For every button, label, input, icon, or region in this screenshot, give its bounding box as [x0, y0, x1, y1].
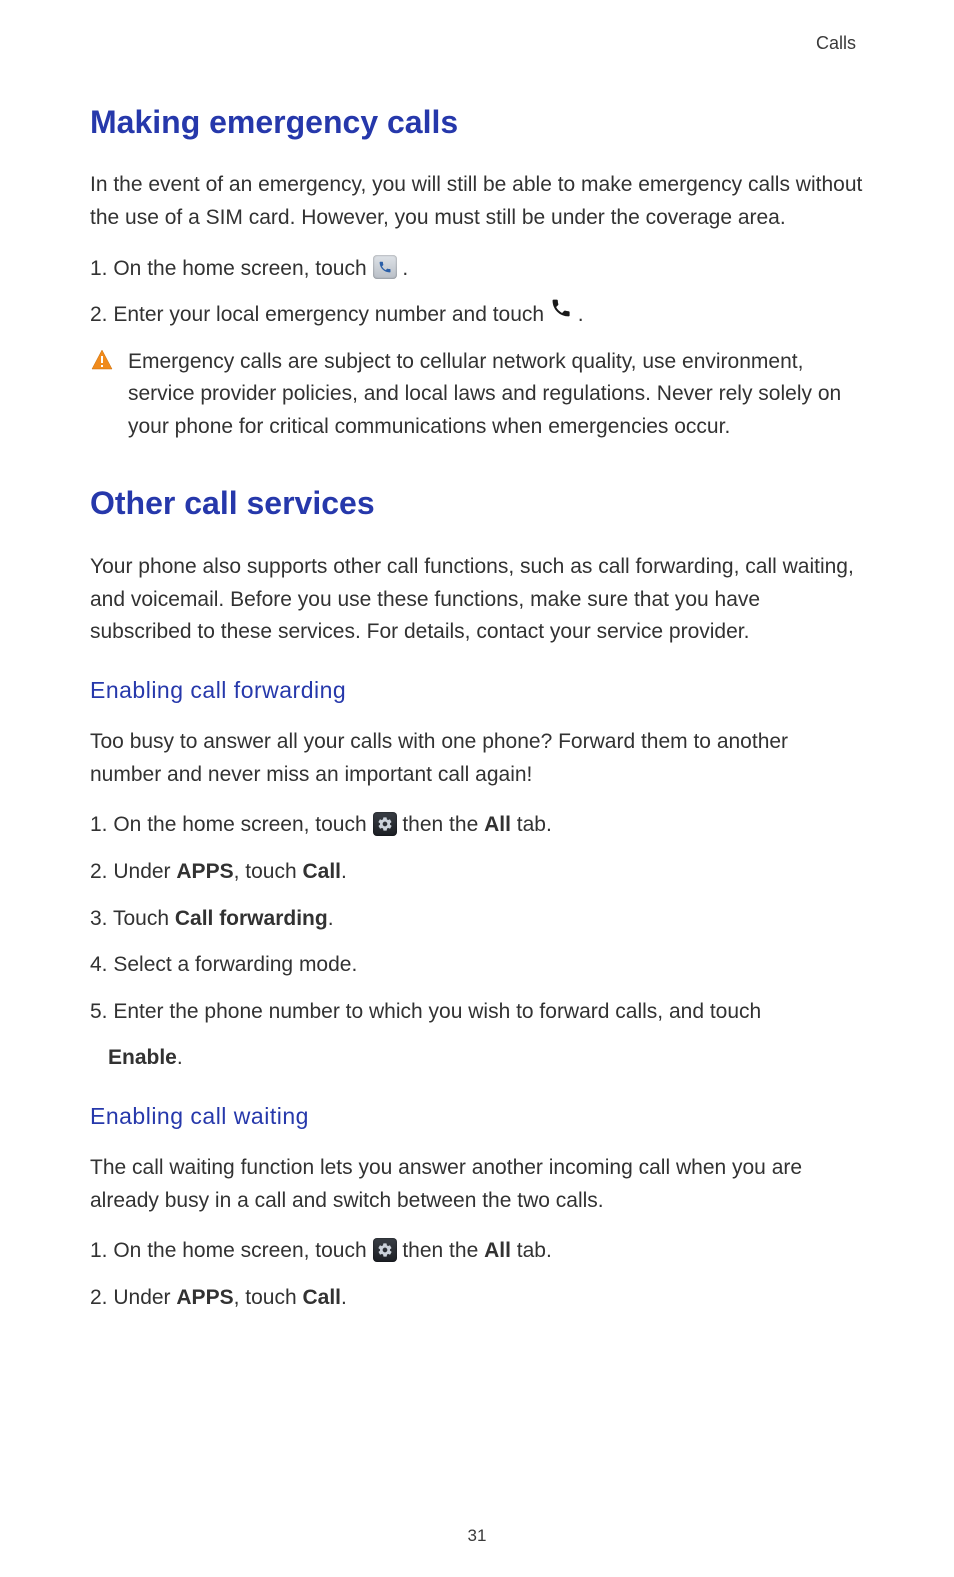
step-text: . [341, 1286, 347, 1309]
forwarding-intro: Too busy to answer all your calls with o… [90, 726, 864, 791]
step-text: 1. On the home screen, touch [90, 813, 373, 836]
header-section-label: Calls [90, 30, 864, 58]
step-text: 5. Enter the phone number to which you w… [90, 1000, 761, 1023]
forwarding-step-3: 3. Touch Call forwarding. [90, 903, 864, 936]
step-text: , touch [234, 860, 303, 883]
step-text: . [177, 1046, 183, 1069]
step-text: tab. [511, 813, 552, 836]
step-text: . [328, 907, 334, 930]
emergency-step-2: 2. Enter your local emergency number and… [90, 299, 864, 332]
warning-text: Emergency calls are subject to cellular … [128, 346, 864, 444]
bold-text: Call forwarding [175, 907, 328, 930]
bold-text: All [484, 1239, 511, 1262]
page-number: 31 [90, 1523, 864, 1549]
bold-text: Enable [108, 1046, 177, 1069]
step-text: . [341, 860, 347, 883]
heading-other-services: Other call services [90, 479, 864, 529]
settings-icon [373, 812, 397, 836]
step-text: then the [402, 1239, 484, 1262]
bold-text: All [484, 813, 511, 836]
step-text: 1. On the home screen, touch [90, 257, 373, 280]
forwarding-step-5: 5. Enter the phone number to which you w… [90, 996, 864, 1029]
bold-text: Call [302, 860, 341, 883]
subheading-call-waiting: Enabling call waiting [90, 1099, 864, 1135]
step-text: 2. Enter your local emergency number and… [90, 303, 550, 326]
emergency-step-1: 1. On the home screen, touch . [90, 253, 864, 286]
step-text: 3. Touch [90, 907, 175, 930]
step-text: tab. [511, 1239, 552, 1262]
bold-text: APPS [176, 860, 233, 883]
waiting-intro: The call waiting function lets you answe… [90, 1152, 864, 1217]
phone-app-icon [373, 255, 397, 279]
step-text: . [402, 257, 408, 280]
heading-emergency: Making emergency calls [90, 98, 864, 148]
step-text: 2. Under [90, 1286, 176, 1309]
subheading-call-forwarding: Enabling call forwarding [90, 673, 864, 709]
phone-handset-icon [550, 297, 572, 330]
bold-text: APPS [176, 1286, 233, 1309]
waiting-step-1: 1. On the home screen, touch then the Al… [90, 1235, 864, 1268]
step-text: 1. On the home screen, touch [90, 1239, 373, 1262]
forwarding-step-1: 1. On the home screen, touch then the Al… [90, 809, 864, 842]
step-text: then the [402, 813, 484, 836]
other-intro: Your phone also supports other call func… [90, 551, 864, 649]
step-text: . [578, 303, 584, 326]
bold-text: Call [302, 1286, 341, 1309]
warning-block: Emergency calls are subject to cellular … [90, 346, 864, 444]
emergency-intro: In the event of an emergency, you will s… [90, 169, 864, 234]
settings-icon [373, 1238, 397, 1262]
step-text: 2. Under [90, 860, 176, 883]
warning-icon [90, 348, 114, 383]
forwarding-step-2: 2. Under APPS, touch Call. [90, 856, 864, 889]
forwarding-step-4: 4. Select a forwarding mode. [90, 949, 864, 982]
waiting-step-2: 2. Under APPS, touch Call. [90, 1282, 864, 1315]
step-text: , touch [234, 1286, 303, 1309]
